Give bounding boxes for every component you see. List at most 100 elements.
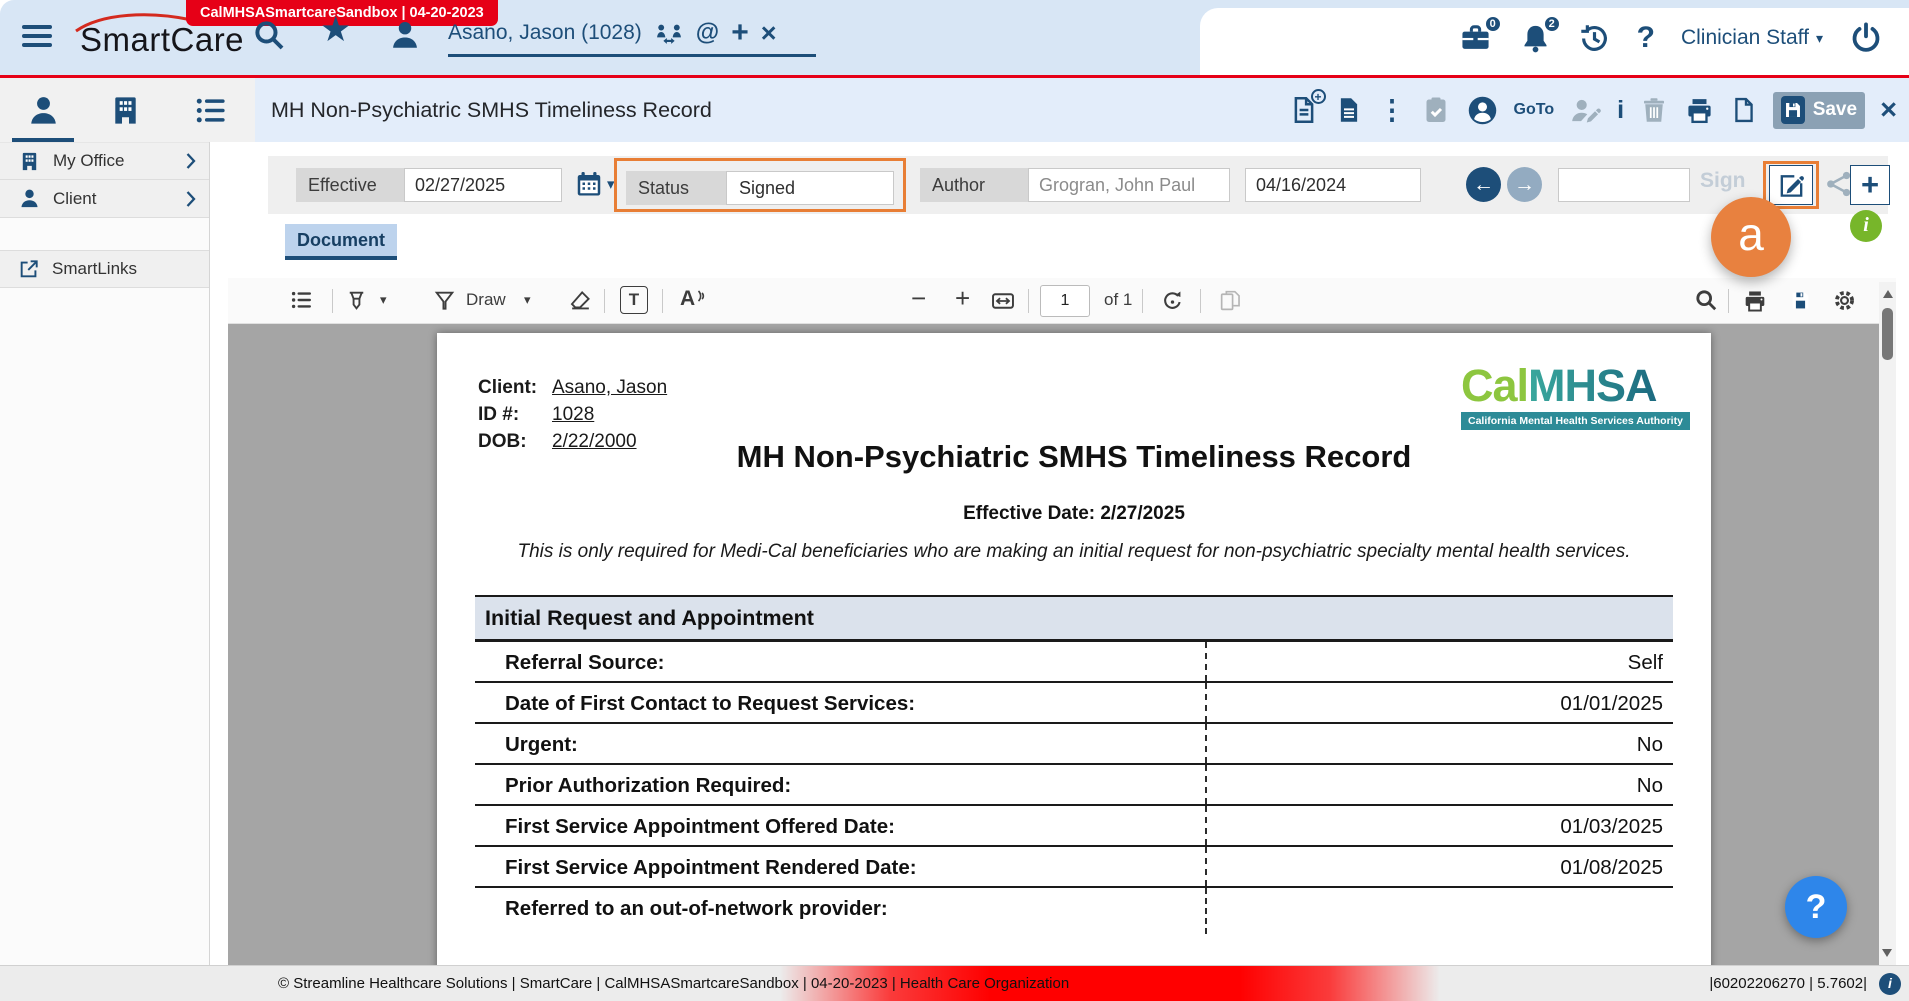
user-menu[interactable]: Clinician Staff ▾ <box>1681 26 1823 50</box>
favorites-button[interactable]: ★ <box>320 10 351 50</box>
delete-button[interactable] <box>1639 95 1669 125</box>
inbox-button[interactable]: 0 <box>1458 22 1493 55</box>
new-version-button[interactable]: + <box>1850 165 1890 205</box>
effective-label: Effective <box>296 168 404 202</box>
client-value: Asano, Jason <box>552 377 667 398</box>
table-row: Date of First Contact to Request Service… <box>475 683 1673 724</box>
footer-info-button[interactable]: i <box>1879 973 1901 995</box>
close-client-tab-button[interactable]: × <box>761 18 777 48</box>
scrollbar-thumb[interactable] <box>1882 308 1893 360</box>
sound-waves-icon <box>697 289 707 303</box>
clipboard-check-button[interactable] <box>1421 95 1451 125</box>
sidebar-item-label: My Office <box>53 151 124 171</box>
search-button[interactable] <box>252 18 286 52</box>
document-button[interactable] <box>1334 95 1364 125</box>
rotate-page-button[interactable] <box>1160 288 1185 313</box>
chevron-down-icon: ▾ <box>524 292 531 307</box>
floating-help-button[interactable]: ? <box>1785 876 1847 938</box>
draw-options-button[interactable]: ▾ <box>524 292 531 308</box>
inbox-count-badge: 0 <box>1484 15 1502 33</box>
draw-pen-icon <box>432 288 457 313</box>
tab-client-view[interactable] <box>26 93 61 128</box>
close-icon: × <box>761 18 777 48</box>
tab-list-view[interactable] <box>194 93 229 128</box>
row-label: Date of First Contact to Request Service… <box>505 683 915 724</box>
page-number-input[interactable]: 1 <box>1040 285 1090 317</box>
previous-version-button[interactable]: ← <box>1466 167 1501 202</box>
next-version-button[interactable]: → <box>1507 167 1542 202</box>
toolbar-separator <box>1200 289 1201 313</box>
pdf-canvas: Client:Asano, Jason ID #:1028 DOB:2/22/2… <box>228 324 1896 965</box>
more-options-button[interactable]: ⋮ <box>1379 96 1406 124</box>
table-row: First Service Appointment Rendered Date:… <box>475 847 1673 888</box>
person-icon <box>18 187 41 210</box>
close-page-button[interactable]: × <box>1880 95 1897 125</box>
save-button[interactable]: Save <box>1773 92 1865 129</box>
client-profile-button[interactable] <box>1466 94 1499 127</box>
notifications-button[interactable]: 2 <box>1519 22 1552 55</box>
print-button[interactable] <box>1684 95 1715 126</box>
info-bubble[interactable]: i <box>1850 210 1882 242</box>
assign-author-button[interactable] <box>1569 95 1602 126</box>
page-count-label: of 1 <box>1104 290 1132 310</box>
effective-date-input[interactable]: 02/27/2025 <box>404 168 562 202</box>
blank-document-button[interactable] <box>1730 96 1758 124</box>
chevron-down-icon: ▾ <box>1816 30 1823 47</box>
printer-icon <box>1684 95 1715 126</box>
toolbar-separator <box>1028 289 1029 313</box>
sidebar: My Office Client SmartLinks <box>0 142 210 965</box>
open-client-tab[interactable]: Asano, Jason (1028) @ + × <box>448 11 816 57</box>
pdf-scrollbar[interactable] <box>1879 282 1896 965</box>
information-button[interactable]: i <box>1617 96 1624 125</box>
sidebar-item-smartlinks[interactable]: SmartLinks <box>0 250 209 288</box>
question-icon: ? <box>1637 21 1655 54</box>
help-button[interactable]: ? <box>1637 21 1655 55</box>
eraser-tool-button[interactable] <box>568 288 593 313</box>
status-value-input[interactable]: Signed <box>726 171 894 205</box>
tab-office-view[interactable] <box>108 93 143 128</box>
hamburger-menu-icon[interactable] <box>22 25 52 49</box>
sign-button[interactable]: Sign <box>1700 169 1746 193</box>
highlighter-options-button[interactable]: ▾ <box>380 292 387 308</box>
page-view-button[interactable] <box>1218 288 1243 313</box>
tab-document[interactable]: Document <box>285 224 397 260</box>
new-document-button[interactable]: + <box>1289 95 1319 125</box>
row-divider <box>1205 847 1207 886</box>
version-input[interactable] <box>1558 168 1690 202</box>
calendar-icon <box>574 169 604 199</box>
fit-width-button[interactable] <box>990 288 1016 314</box>
print-pdf-button[interactable] <box>1742 288 1768 314</box>
read-aloud-button[interactable]: A <box>680 287 707 311</box>
download-pdf-button[interactable] <box>1788 288 1813 313</box>
top-bar-right-panel: 0 2 ? Clinician Staff ▾ <box>1200 8 1909 75</box>
sidebar-item-client[interactable]: Client <box>0 180 209 218</box>
zoom-in-button[interactable]: + <box>955 283 970 314</box>
client-search-button[interactable] <box>388 18 422 52</box>
document-field-bar: Effective 02/27/2025 ▾ Status Signed Aut… <box>268 156 1888 214</box>
goto-button[interactable]: GoTo <box>1514 101 1555 119</box>
sidebar-divider <box>0 218 209 250</box>
find-in-document-button[interactable] <box>1694 288 1718 312</box>
zoom-out-button[interactable]: − <box>911 283 926 314</box>
draw-tool-button[interactable] <box>432 288 457 313</box>
thumbnail-panel-button[interactable] <box>290 288 314 312</box>
history-button[interactable] <box>1578 22 1611 55</box>
sidebar-item-my-office[interactable]: My Office <box>0 142 209 180</box>
row-value: 01/03/2025 <box>1560 806 1663 847</box>
client-flags-button[interactable] <box>654 20 684 46</box>
top-bar: SmartCare CalMHSASmartcareSandbox | 04-2… <box>0 0 1909 75</box>
client-contact-button[interactable]: @ <box>696 19 719 47</box>
scroll-down-icon[interactable] <box>1882 949 1892 957</box>
calendar-picker-button[interactable]: ▾ <box>574 169 615 199</box>
author-input[interactable]: Grogran, John Paul <box>1028 168 1230 202</box>
logout-button[interactable] <box>1849 21 1883 55</box>
scroll-up-icon[interactable] <box>1883 290 1893 298</box>
pdf-settings-button[interactable] <box>1832 288 1857 313</box>
pages-icon <box>1218 288 1243 313</box>
edit-document-button[interactable] <box>1769 165 1813 205</box>
author-date-input[interactable]: 04/16/2024 <box>1245 168 1421 202</box>
text-tool-button[interactable]: T <box>620 286 648 314</box>
open-new-client-button[interactable]: + <box>731 18 749 48</box>
highlighter-tool-button[interactable] <box>344 288 369 313</box>
gear-icon <box>1832 288 1857 313</box>
